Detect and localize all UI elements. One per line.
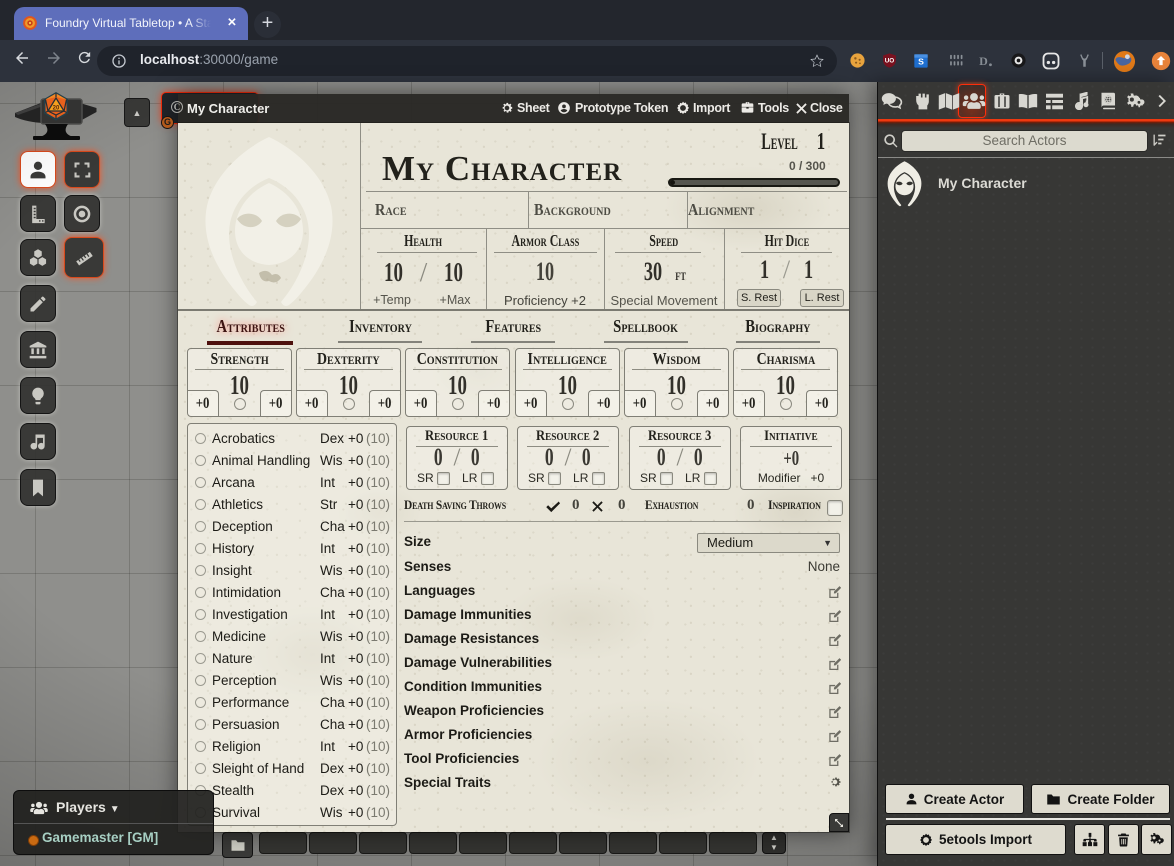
svg-text:D: D [979,54,988,68]
svg-text:S: S [918,56,924,66]
svg-text:UO: UO [885,58,895,65]
svg-text:20: 20 [53,106,60,112]
